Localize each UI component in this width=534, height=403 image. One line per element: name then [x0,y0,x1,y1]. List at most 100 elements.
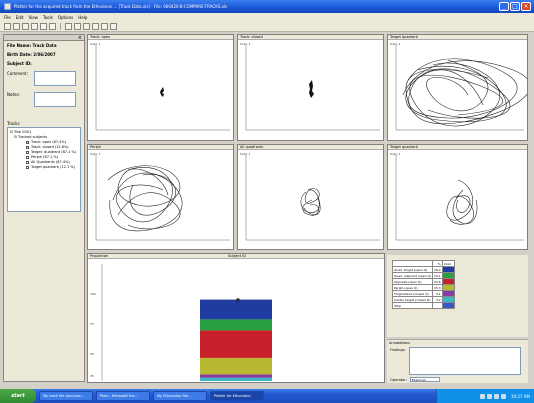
annotation-header: Annotations [389,341,411,345]
checkbox-icon[interactable] [26,155,29,159]
legend-table: % Color Quad. target (open Q) 18.2 Quad. … [392,260,455,309]
track-plot-2[interactable]: Track: closed Subj: 1 [237,34,384,141]
zoom-out-icon[interactable] [83,22,90,30]
bar-segment [200,374,272,378]
tray-icon[interactable] [501,393,506,399]
y-tick: 50 [90,352,94,356]
track-path [107,165,183,232]
menu-options[interactable]: Options [58,15,73,20]
title-bar: Plotter for the acquired track from the … [0,0,534,13]
app-icon [4,3,11,10]
checkbox-icon[interactable] [26,145,29,149]
print-icon[interactable] [31,22,38,30]
open-icon[interactable] [13,22,20,30]
birth-date-field: Birth Date: 2/06/2007 [7,52,56,57]
operator-row: Operator: Examiner [390,377,440,382]
refresh-icon[interactable] [101,22,108,30]
menu-view[interactable]: View [28,15,38,20]
plot-canvas: Subj: 1 [390,42,527,131]
checkbox-icon[interactable] [26,165,29,169]
legend-row[interactable]: Total [392,302,455,309]
tree-item[interactable]: Target quadrant (12.1 %) [10,165,78,170]
bar-top-marker: ■ [236,297,240,302]
track-path [309,80,314,98]
file-name-field: File Name: Track Data [7,43,57,48]
menu-help[interactable]: Help [78,15,87,20]
plot-canvas: Subj: 1 [240,152,380,241]
track-path [160,87,164,97]
checkbox-icon[interactable] [26,160,29,164]
menu-edit[interactable]: Edit [16,15,24,20]
bar-segment [200,330,272,358]
annotation-panel: Annotations Findings: Operator: Examiner [387,339,528,383]
taskbar-item[interactable]: My track file (Accurac... [39,391,93,401]
track-plot-4[interactable]: Periph Subj: 1 [87,144,234,250]
start-button[interactable]: start [0,389,36,403]
toolbar [0,21,534,32]
y-tick: 100 [90,292,96,296]
svg-text:Subj: 1: Subj: 1 [390,152,401,156]
plot-canvas: Subj: 1 [240,42,380,131]
svg-text:Subj: 1: Subj: 1 [90,152,101,156]
stacked-bar [200,299,272,381]
plot-canvas: Subj: 1 [390,152,524,241]
chart-canvas: 100 75 50 25 ■ [90,264,272,381]
maximize-button[interactable]: □ [510,2,520,11]
track-path [300,188,321,216]
menu-tools[interactable]: Tools [43,15,53,20]
notes-input[interactable] [34,92,76,107]
track-plot-5[interactable]: All quadrants Subj: 1 [237,144,384,250]
tray-icon[interactable] [487,393,492,399]
clock: 10:27 AM [511,393,530,399]
new-icon[interactable] [4,22,11,30]
pan-icon[interactable] [92,22,99,30]
tray-icon[interactable] [480,393,485,399]
tray-icon[interactable] [494,393,499,399]
taskbar: start My track file (Accurac... Plots - … [0,389,534,403]
taskbar-item[interactable]: Plots - Microsoft Exc... [96,391,150,401]
checkbox-icon[interactable] [26,150,29,154]
comment-input[interactable] [34,71,76,86]
chart-icon[interactable] [110,22,117,30]
track-path [446,179,478,225]
taskbar-item-active[interactable]: Plotter for Ethovision [210,391,264,401]
y-tick: 25 [90,374,94,378]
track-plot-6[interactable]: Target quadrant Subj: 1 [387,144,528,250]
save-icon[interactable] [22,22,29,30]
track-plot-1[interactable]: Track: open Subj: 1 [87,34,234,141]
system-tray: 10:27 AM [436,389,534,403]
bar-segment [200,377,272,381]
menu-file[interactable]: File [4,15,11,20]
checkbox-icon[interactable] [26,140,29,144]
window-title: Plotter for the acquired track from the … [14,4,228,9]
bar-segment [200,319,272,331]
svg-text:Subj: 1: Subj: 1 [240,42,251,46]
svg-text:Subj: 1: Subj: 1 [240,152,251,156]
close-panel-icon[interactable]: × [78,35,82,41]
color-swatch [441,302,455,309]
track-plot-3[interactable]: Target quadrant Subj: 1 [387,34,528,141]
menu-bar: File Edit View Tools Options Help [0,13,534,21]
operator-select[interactable]: Examiner [409,377,440,382]
findings-textarea[interactable] [409,347,521,375]
pointer-icon[interactable] [65,22,72,30]
toolbar-separator [60,22,61,30]
export-icon[interactable] [40,22,47,30]
zoom-in-icon[interactable] [74,22,81,30]
comment-row: Comment: [4,68,84,89]
subject-panel-header: × [4,35,84,41]
legend-panel: % Color Quad. target (open Q) 18.2 Quad. … [387,255,528,337]
bar-segment [200,299,272,320]
taskbar-item[interactable]: My Ethovision file... [153,391,207,401]
proportion-chart[interactable]: Proportion Subject ID 100 75 50 25 ■ [87,253,385,383]
close-button[interactable]: × [521,2,531,11]
plot-canvas: Subj: 1 [90,42,230,131]
copy-icon[interactable] [49,22,56,30]
y-tick: 75 [90,322,94,326]
minimize-button[interactable]: _ [499,2,509,11]
plot-canvas: Subj: 1 [90,152,230,241]
subject-id-field: Subject ID: [7,61,32,66]
subject-panel: × File Name: Track Data Birth Date: 2/06… [3,34,85,382]
notes-row: Notes: [4,89,84,110]
svg-text:Subj: 1: Subj: 1 [390,42,401,46]
